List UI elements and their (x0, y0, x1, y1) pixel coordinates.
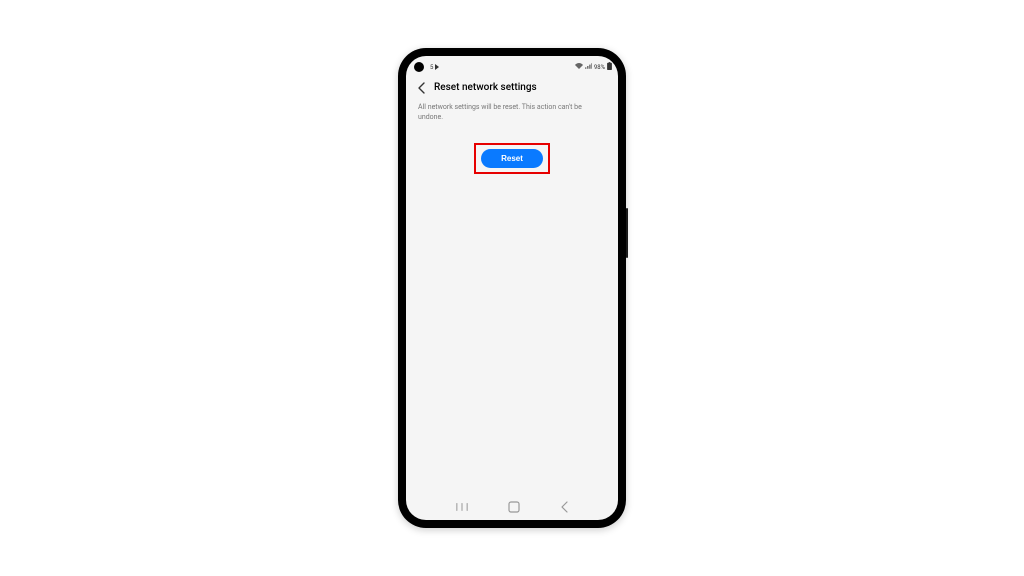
play-icon (435, 64, 439, 70)
phone-frame: 5 98% Reset network settings (398, 48, 626, 528)
back-nav-button[interactable] (560, 501, 568, 513)
status-right: 98% (575, 62, 612, 72)
signal-icon (585, 63, 592, 71)
status-bar: 5 98% (406, 58, 618, 76)
android-nav-bar (406, 498, 618, 520)
wifi-icon (575, 63, 583, 71)
front-camera-punch-hole (414, 62, 424, 72)
recents-button[interactable] (456, 502, 468, 512)
chevron-left-icon (417, 82, 425, 94)
page-header: Reset network settings (406, 76, 618, 99)
action-area: Reset (406, 143, 618, 174)
battery-percentage: 98% (594, 64, 605, 71)
reset-button[interactable]: Reset (481, 149, 543, 168)
highlight-annotation: Reset (474, 143, 550, 174)
phone-screen: 5 98% Reset network settings (406, 56, 618, 520)
back-button[interactable] (416, 83, 426, 93)
phone-side-button (626, 208, 628, 258)
content-area: All network settings will be reset. This… (406, 99, 618, 498)
status-time-prefix: 5 (430, 64, 433, 71)
battery-icon (607, 62, 612, 72)
home-button[interactable] (508, 501, 520, 513)
page-title: Reset network settings (434, 82, 537, 93)
reset-description: All network settings will be reset. This… (406, 99, 618, 133)
